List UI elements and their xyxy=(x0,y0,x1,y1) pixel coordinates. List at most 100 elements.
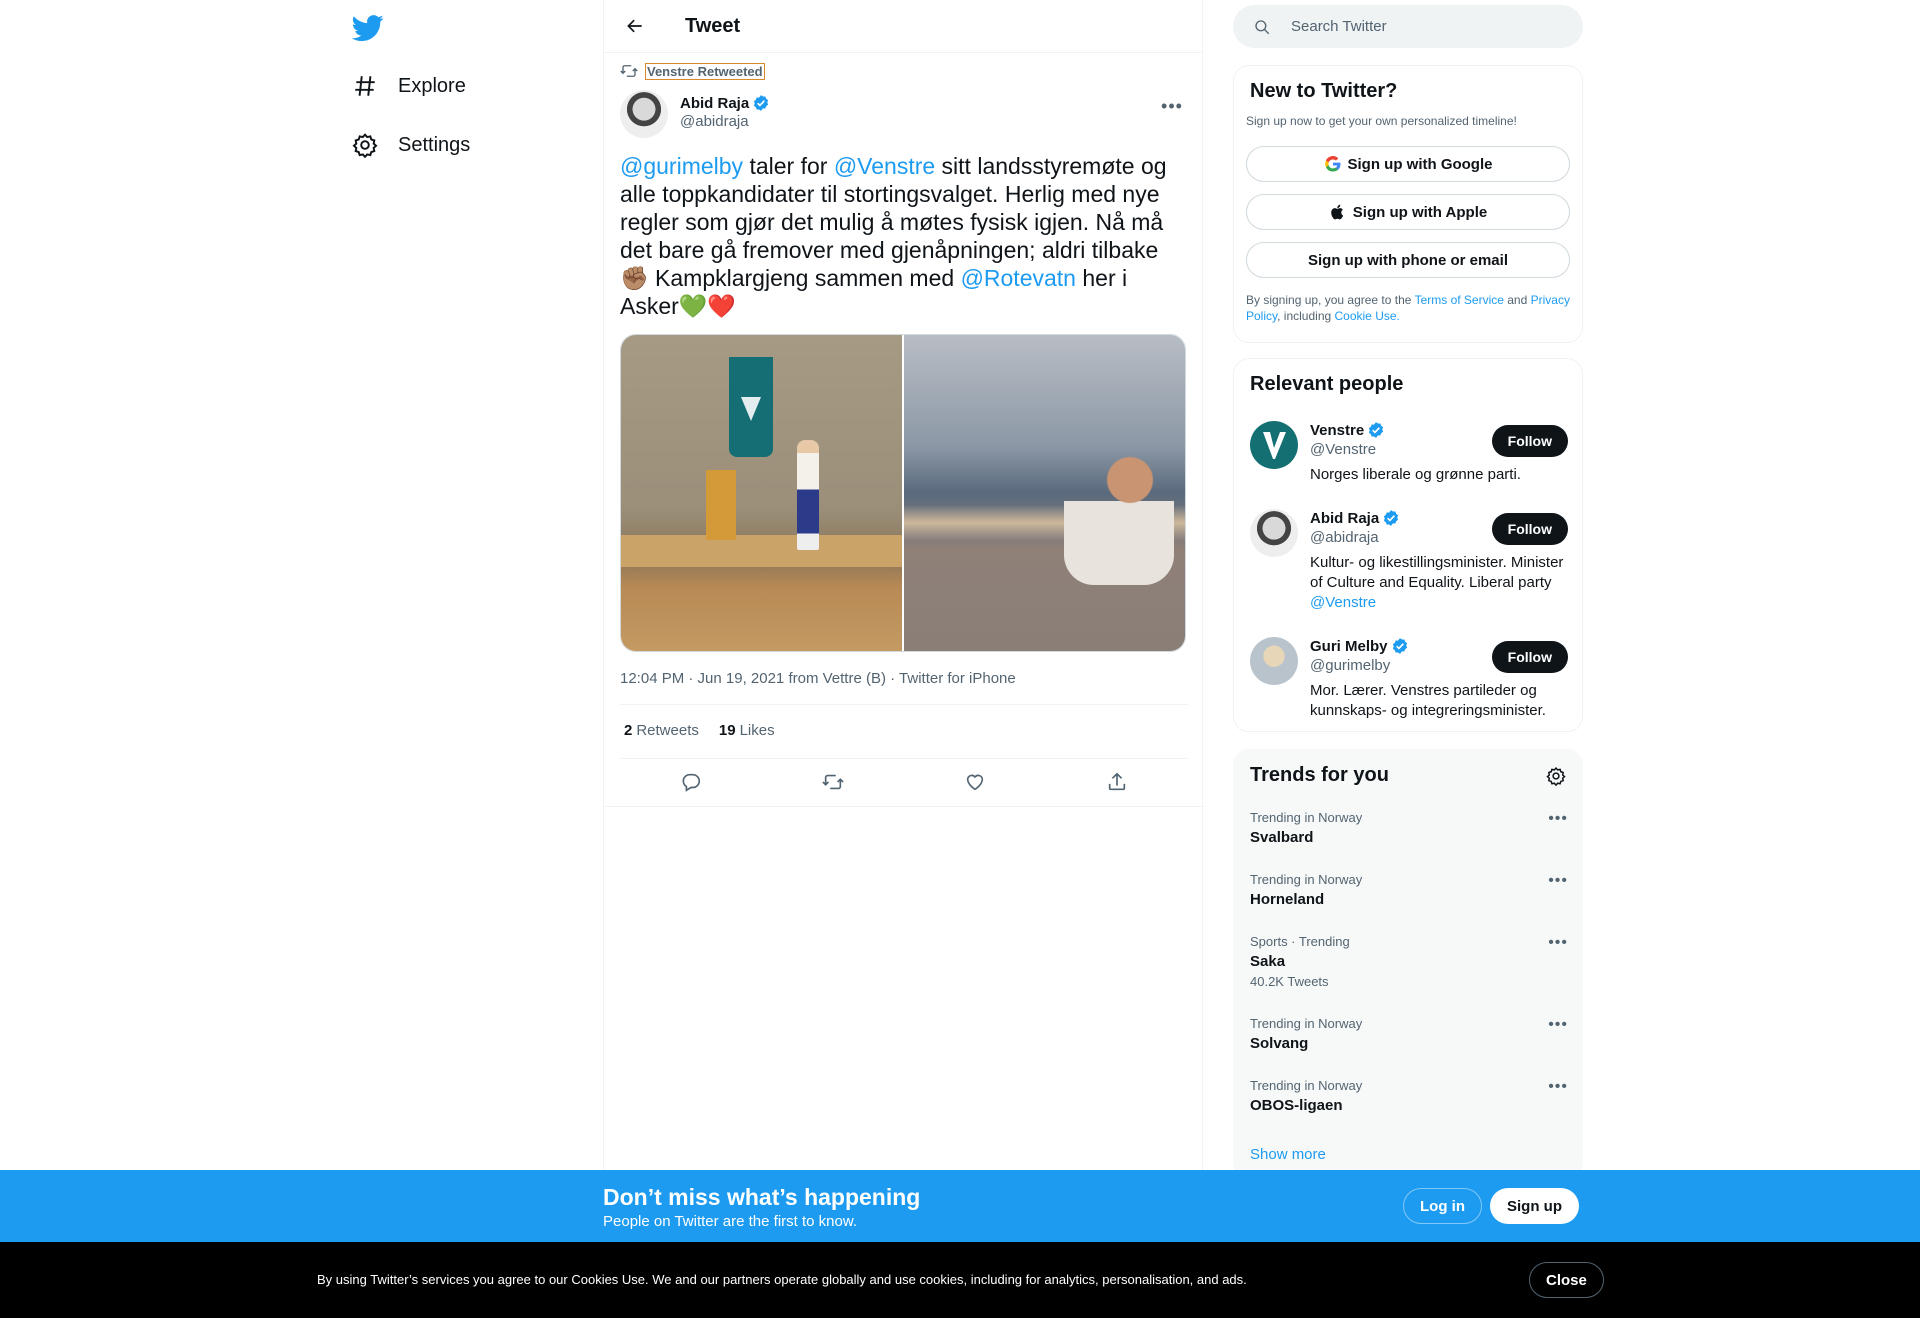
person-bio: Kultur- og likestillingsminister. Minist… xyxy=(1310,553,1570,613)
mention-link[interactable]: @Venstre xyxy=(1310,594,1376,611)
podium xyxy=(706,470,736,540)
nav-settings-label: Settings xyxy=(398,133,471,156)
apple-icon xyxy=(1330,204,1343,220)
twitter-logo-icon[interactable] xyxy=(351,12,384,44)
person-name-row[interactable]: Guri Melby xyxy=(1310,637,1490,655)
person-bio-text: Kultur- og likestillingsminister. Minist… xyxy=(1310,554,1564,591)
gear-icon[interactable] xyxy=(1546,766,1566,786)
tweet-meta[interactable]: 12:04 PM · Jun 19, 2021 from Vettre (B) … xyxy=(620,670,1016,687)
more-options-button[interactable]: ••• xyxy=(1158,92,1186,120)
author-info: Abid Raja @abidraja xyxy=(680,94,770,130)
person-name[interactable]: Venstre xyxy=(1310,422,1364,439)
person-name[interactable]: Abid Raja xyxy=(1310,510,1379,527)
more-icon[interactable]: ••• xyxy=(1548,1016,1568,1034)
nav-explore[interactable]: Explore xyxy=(352,66,466,106)
google-icon xyxy=(1324,156,1340,172)
retweeted-by-label[interactable]: Venstre Retweeted xyxy=(645,62,765,80)
person-info: Abid Raja @abidraja xyxy=(1310,509,1490,546)
terms-of-service-link[interactable]: Terms of Service xyxy=(1415,293,1504,307)
person-handle[interactable]: @Venstre xyxy=(1310,441,1490,458)
terms-text: and xyxy=(1503,293,1531,307)
person-bio: Mor. Lærer. Venstres partileder og kunns… xyxy=(1310,682,1546,719)
person-name[interactable]: Guri Melby xyxy=(1310,638,1388,655)
trends-panel: Trends for you Trending in Norway Svalba… xyxy=(1233,749,1583,1179)
tweet-media xyxy=(620,334,1186,652)
signup-apple-button[interactable]: Sign up with Apple xyxy=(1246,194,1570,230)
more-icon[interactable]: ••• xyxy=(1548,810,1568,828)
share-icon[interactable] xyxy=(1106,771,1128,793)
trend-item[interactable]: Trending in Norway OBOS-ligaen ••• xyxy=(1250,1078,1568,1114)
signup-panel: New to Twitter? Sign up now to get your … xyxy=(1233,65,1583,343)
main-column: Tweet Venstre Retweeted Abid Raja @abidr… xyxy=(603,0,1204,1318)
trends-title: Trends for you xyxy=(1250,764,1389,786)
avatar[interactable] xyxy=(1250,421,1298,469)
author-name-row[interactable]: Abid Raja xyxy=(680,94,770,112)
trend-item[interactable]: Trending in Norway Svalbard ••• xyxy=(1250,810,1568,846)
retweeted-by: Venstre Retweeted xyxy=(620,62,765,80)
person-name-row[interactable]: Venstre xyxy=(1310,421,1490,439)
cookie-text: By using Twitter’s services you agree to… xyxy=(317,1272,1247,1287)
search-input[interactable]: Search Twitter xyxy=(1291,18,1387,35)
signup-apple-label: Sign up with Apple xyxy=(1352,203,1488,221)
more-icon[interactable]: ••• xyxy=(1548,872,1568,890)
verified-badge-icon xyxy=(1384,510,1399,526)
avatar[interactable] xyxy=(1250,637,1298,685)
cookie-use-link[interactable]: Cookie Use. xyxy=(1335,309,1400,323)
hashtag-icon xyxy=(355,76,375,96)
signup-button[interactable]: Sign up xyxy=(1490,1188,1579,1224)
more-icon[interactable]: ••• xyxy=(1548,1078,1568,1096)
tweet-photo-stage[interactable] xyxy=(621,335,902,651)
login-button[interactable]: Log in xyxy=(1403,1188,1482,1224)
signup-phone-button[interactable]: Sign up with phone or email xyxy=(1246,242,1570,278)
signup-panel-title: New to Twitter? xyxy=(1250,80,1398,102)
person-handle[interactable]: @abidraja xyxy=(1310,529,1490,546)
follow-button[interactable]: Follow xyxy=(1491,425,1568,457)
signup-banner: Don’t miss what’s happening People on Tw… xyxy=(0,1170,1920,1242)
trend-name: Saka xyxy=(1250,953,1286,970)
author-name[interactable]: Abid Raja xyxy=(680,95,749,112)
mention-link[interactable]: @Rotevatn xyxy=(961,265,1076,291)
retweet-icon[interactable] xyxy=(822,771,844,793)
back-button[interactable] xyxy=(617,8,653,44)
heart-icon[interactable] xyxy=(964,771,986,793)
tweet-photo-room[interactable] xyxy=(904,335,1185,651)
close-button[interactable]: Close xyxy=(1529,1262,1604,1298)
avatar[interactable] xyxy=(1250,509,1298,557)
person-name-row[interactable]: Abid Raja xyxy=(1310,509,1490,527)
search-icon xyxy=(1255,19,1270,34)
person-info: Guri Melby @gurimelby xyxy=(1310,637,1490,674)
reply-icon[interactable] xyxy=(680,771,702,793)
nav-settings[interactable]: Settings xyxy=(352,125,470,165)
person-handle[interactable]: @gurimelby xyxy=(1310,657,1490,674)
signup-banner-subtitle: People on Twitter are the first to know. xyxy=(603,1213,858,1230)
author-handle[interactable]: @abidraja xyxy=(680,113,770,130)
trend-item[interactable]: Trending in Norway Horneland ••• xyxy=(1250,872,1568,908)
likes-stat[interactable]: 19 Likes xyxy=(719,722,775,739)
trend-context: Trending in Norway xyxy=(1250,1016,1363,1031)
trend-item[interactable]: Trending in Norway Solvang ••• xyxy=(1250,1016,1568,1052)
retweets-stat[interactable]: 2 Retweets xyxy=(624,722,699,739)
tweet-text: @gurimelby taler for @Venstre sitt lands… xyxy=(620,152,1186,320)
avatar[interactable] xyxy=(620,90,668,138)
trend-item[interactable]: Sports · Trending Saka 40.2K Tweets ••• xyxy=(1250,934,1568,989)
mention-link[interactable]: @Venstre xyxy=(834,153,935,179)
page-header: Tweet xyxy=(604,0,1202,53)
page-title: Tweet xyxy=(685,14,741,37)
verified-badge-icon xyxy=(1392,638,1407,654)
tweet-author[interactable]: Abid Raja @abidraja xyxy=(620,90,770,138)
trend-context: Trending in Norway xyxy=(1250,810,1363,825)
mention-link[interactable]: @gurimelby xyxy=(620,153,743,179)
party-banner xyxy=(729,357,773,457)
trend-name: OBOS-ligaen xyxy=(1250,1097,1343,1114)
search-bar[interactable]: Search Twitter xyxy=(1233,5,1583,48)
terms-text: , including xyxy=(1277,309,1335,323)
more-icon[interactable]: ••• xyxy=(1548,934,1568,952)
signup-google-label: Sign up with Google xyxy=(1347,155,1493,173)
follow-button[interactable]: Follow xyxy=(1491,513,1568,545)
retweet-icon xyxy=(620,65,638,77)
relevant-people-title: Relevant people xyxy=(1250,373,1404,395)
follow-button[interactable]: Follow xyxy=(1491,641,1568,673)
signup-google-button[interactable]: Sign up with Google xyxy=(1246,146,1570,182)
show-more-link[interactable]: Show more xyxy=(1250,1146,1326,1163)
signup-terms: By signing up, you agree to the Terms of… xyxy=(1246,292,1570,324)
